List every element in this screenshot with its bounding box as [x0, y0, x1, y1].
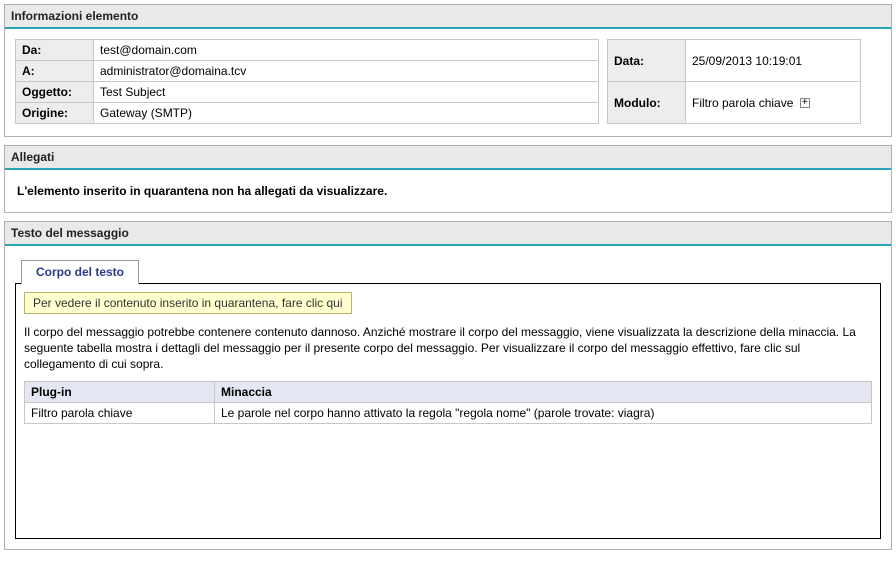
- attachments-header: Allegati: [5, 146, 891, 170]
- to-label: A:: [16, 61, 94, 82]
- module-value: Filtro parola chiave: [692, 96, 793, 110]
- module-label: Modulo:: [608, 82, 686, 124]
- item-info-panel: Informazioni elemento Da: test@domain.co…: [4, 4, 892, 137]
- threat-description-text: Il corpo del messaggio potrebbe contener…: [24, 324, 872, 373]
- table-row: Filtro parola chiave Le parole nel corpo…: [25, 402, 872, 423]
- message-text-header: Testo del messaggio: [5, 222, 891, 246]
- threat-row-threat: Le parole nel corpo hanno attivato la re…: [215, 402, 872, 423]
- to-value: administrator@domaina.tcv: [94, 61, 599, 82]
- item-info-header: Informazioni elemento: [5, 5, 891, 29]
- date-label: Data:: [608, 40, 686, 82]
- module-value-cell: Filtro parola chiave +: [686, 82, 861, 124]
- attachments-empty-text: L'elemento inserito in quarantena non ha…: [15, 180, 881, 200]
- threat-row-plugin: Filtro parola chiave: [25, 402, 215, 423]
- from-label: Da:: [16, 40, 94, 61]
- threat-col-plugin: Plug-in: [25, 381, 215, 402]
- origin-value: Gateway (SMTP): [94, 103, 599, 124]
- attachments-panel: Allegati L'elemento inserito in quarante…: [4, 145, 892, 213]
- expand-icon[interactable]: +: [800, 98, 810, 108]
- item-info-left-table: Da: test@domain.com A: administrator@dom…: [15, 39, 599, 124]
- message-body-tab-content: Per vedere il contenuto inserito in quar…: [15, 283, 881, 539]
- subject-value: Test Subject: [94, 82, 599, 103]
- subject-label: Oggetto:: [16, 82, 94, 103]
- message-text-panel: Testo del messaggio Corpo del testo Per …: [4, 221, 892, 550]
- date-value: 25/09/2013 10:19:01: [686, 40, 861, 82]
- threat-table: Plug-in Minaccia Filtro parola chiave Le…: [24, 381, 872, 424]
- item-info-right-table: Data: 25/09/2013 10:19:01 Modulo: Filtro…: [607, 39, 861, 124]
- threat-col-threat: Minaccia: [215, 381, 872, 402]
- from-value: test@domain.com: [94, 40, 599, 61]
- tab-body-text[interactable]: Corpo del testo: [21, 260, 139, 284]
- quarantine-view-link[interactable]: Per vedere il contenuto inserito in quar…: [24, 292, 352, 314]
- origin-label: Origine:: [16, 103, 94, 124]
